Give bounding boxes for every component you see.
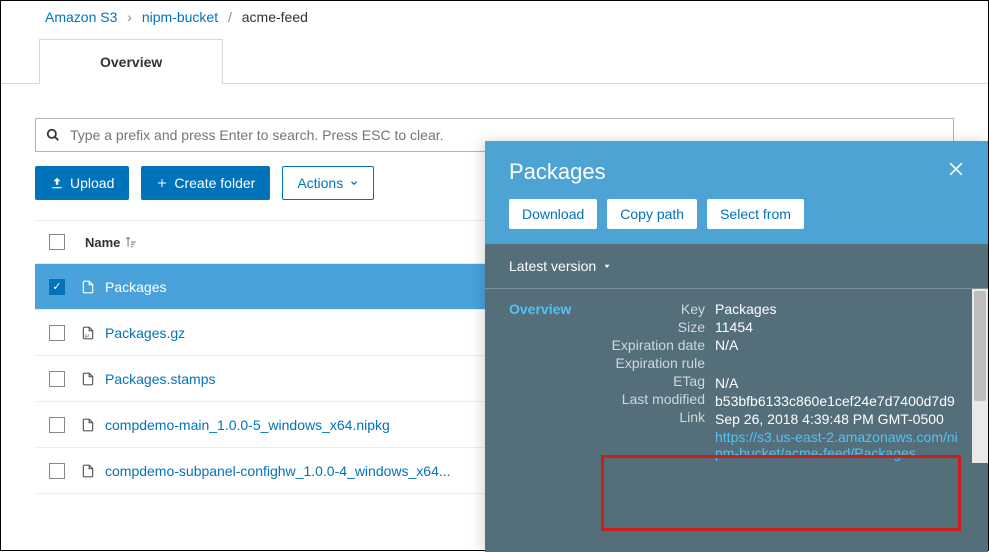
object-name[interactable]: compdemo-main_1.0.0-5_windows_x64.nipkg <box>105 417 390 433</box>
panel-header: Packages Download Copy path Select from <box>485 141 988 243</box>
row-checkbox[interactable] <box>49 325 65 341</box>
actions-dropdown[interactable]: Actions <box>282 166 374 200</box>
actions-label: Actions <box>297 175 343 191</box>
scrollbar[interactable] <box>972 289 988 463</box>
close-icon <box>946 159 966 179</box>
row-checkbox[interactable]: ✓ <box>49 279 65 295</box>
object-name[interactable]: Packages.gz <box>105 325 185 341</box>
chevron-down-icon <box>349 178 359 188</box>
label-etag: ETag <box>585 373 705 389</box>
chevron-right-icon: › <box>127 9 132 25</box>
upload-button[interactable]: Upload <box>35 166 129 200</box>
file-icon: gz <box>81 325 95 341</box>
label-size: Size <box>585 319 705 335</box>
file-icon <box>81 279 95 295</box>
value-link[interactable]: https://s3.us-east-2.amazonaws.com/nipm-… <box>715 429 960 461</box>
value-etag: b53bfb6133c860e1cef24e7d7400d7d9 <box>715 393 960 409</box>
file-icon <box>81 417 95 433</box>
panel-actions: Download Copy path Select from <box>509 199 964 229</box>
object-name[interactable]: Packages <box>105 279 166 295</box>
value-last-modified: Sep 26, 2018 4:39:48 PM GMT-0500 <box>715 411 960 427</box>
value-size: 11454 <box>715 319 960 335</box>
slash-sep: / <box>228 9 232 25</box>
details-panel: Packages Download Copy path Select from … <box>485 141 988 552</box>
file-icon <box>81 463 95 479</box>
object-name[interactable]: compdemo-subpanel-confighw_1.0.0-4_windo… <box>105 463 451 479</box>
breadcrumb-bucket[interactable]: nipm-bucket <box>142 9 218 25</box>
select-from-button[interactable]: Select from <box>707 199 804 229</box>
breadcrumb: Amazon S3 › nipm-bucket / acme-feed <box>1 1 988 33</box>
scroll-thumb[interactable] <box>974 291 986 401</box>
row-checkbox[interactable] <box>49 417 65 433</box>
label-exp-rule: Expiration rule <box>585 355 705 371</box>
tabs: Overview <box>1 39 988 84</box>
value-exp-date: N/A <box>715 337 960 353</box>
copy-path-button[interactable]: Copy path <box>607 199 697 229</box>
value-exp-rule: N/A <box>715 375 960 391</box>
plus-icon <box>156 177 168 189</box>
panel-body: Overview Key Size Expiration date Expira… <box>485 289 988 463</box>
overview-tab-label[interactable]: Overview <box>485 301 585 463</box>
sort-icon <box>124 235 138 249</box>
select-all-checkbox[interactable] <box>49 234 65 250</box>
file-icon <box>81 371 95 387</box>
upload-icon <box>50 176 64 190</box>
object-name[interactable]: Packages.stamps <box>105 371 216 387</box>
upload-label: Upload <box>70 175 114 191</box>
close-button[interactable] <box>946 159 966 182</box>
row-checkbox[interactable] <box>49 371 65 387</box>
breadcrumb-root[interactable]: Amazon S3 <box>45 9 117 25</box>
breadcrumb-current: acme-feed <box>242 9 308 25</box>
panel-title: Packages <box>509 159 964 185</box>
row-checkbox[interactable] <box>49 463 65 479</box>
label-link: Link <box>585 409 705 425</box>
caret-down-icon <box>602 261 612 271</box>
svg-text:gz: gz <box>85 333 91 338</box>
value-key: Packages <box>715 301 960 317</box>
column-name[interactable]: Name <box>85 235 138 250</box>
label-last-modified: Last modified <box>585 391 705 407</box>
label-key: Key <box>585 301 705 317</box>
version-label: Latest version <box>509 258 596 274</box>
tab-overview[interactable]: Overview <box>39 39 223 84</box>
create-folder-label: Create folder <box>174 175 255 191</box>
create-folder-button[interactable]: Create folder <box>141 166 270 200</box>
highlight-box <box>601 455 961 531</box>
download-button[interactable]: Download <box>509 199 597 229</box>
label-exp-date: Expiration date <box>585 337 705 353</box>
version-selector[interactable]: Latest version <box>485 244 988 288</box>
search-icon <box>46 128 60 142</box>
